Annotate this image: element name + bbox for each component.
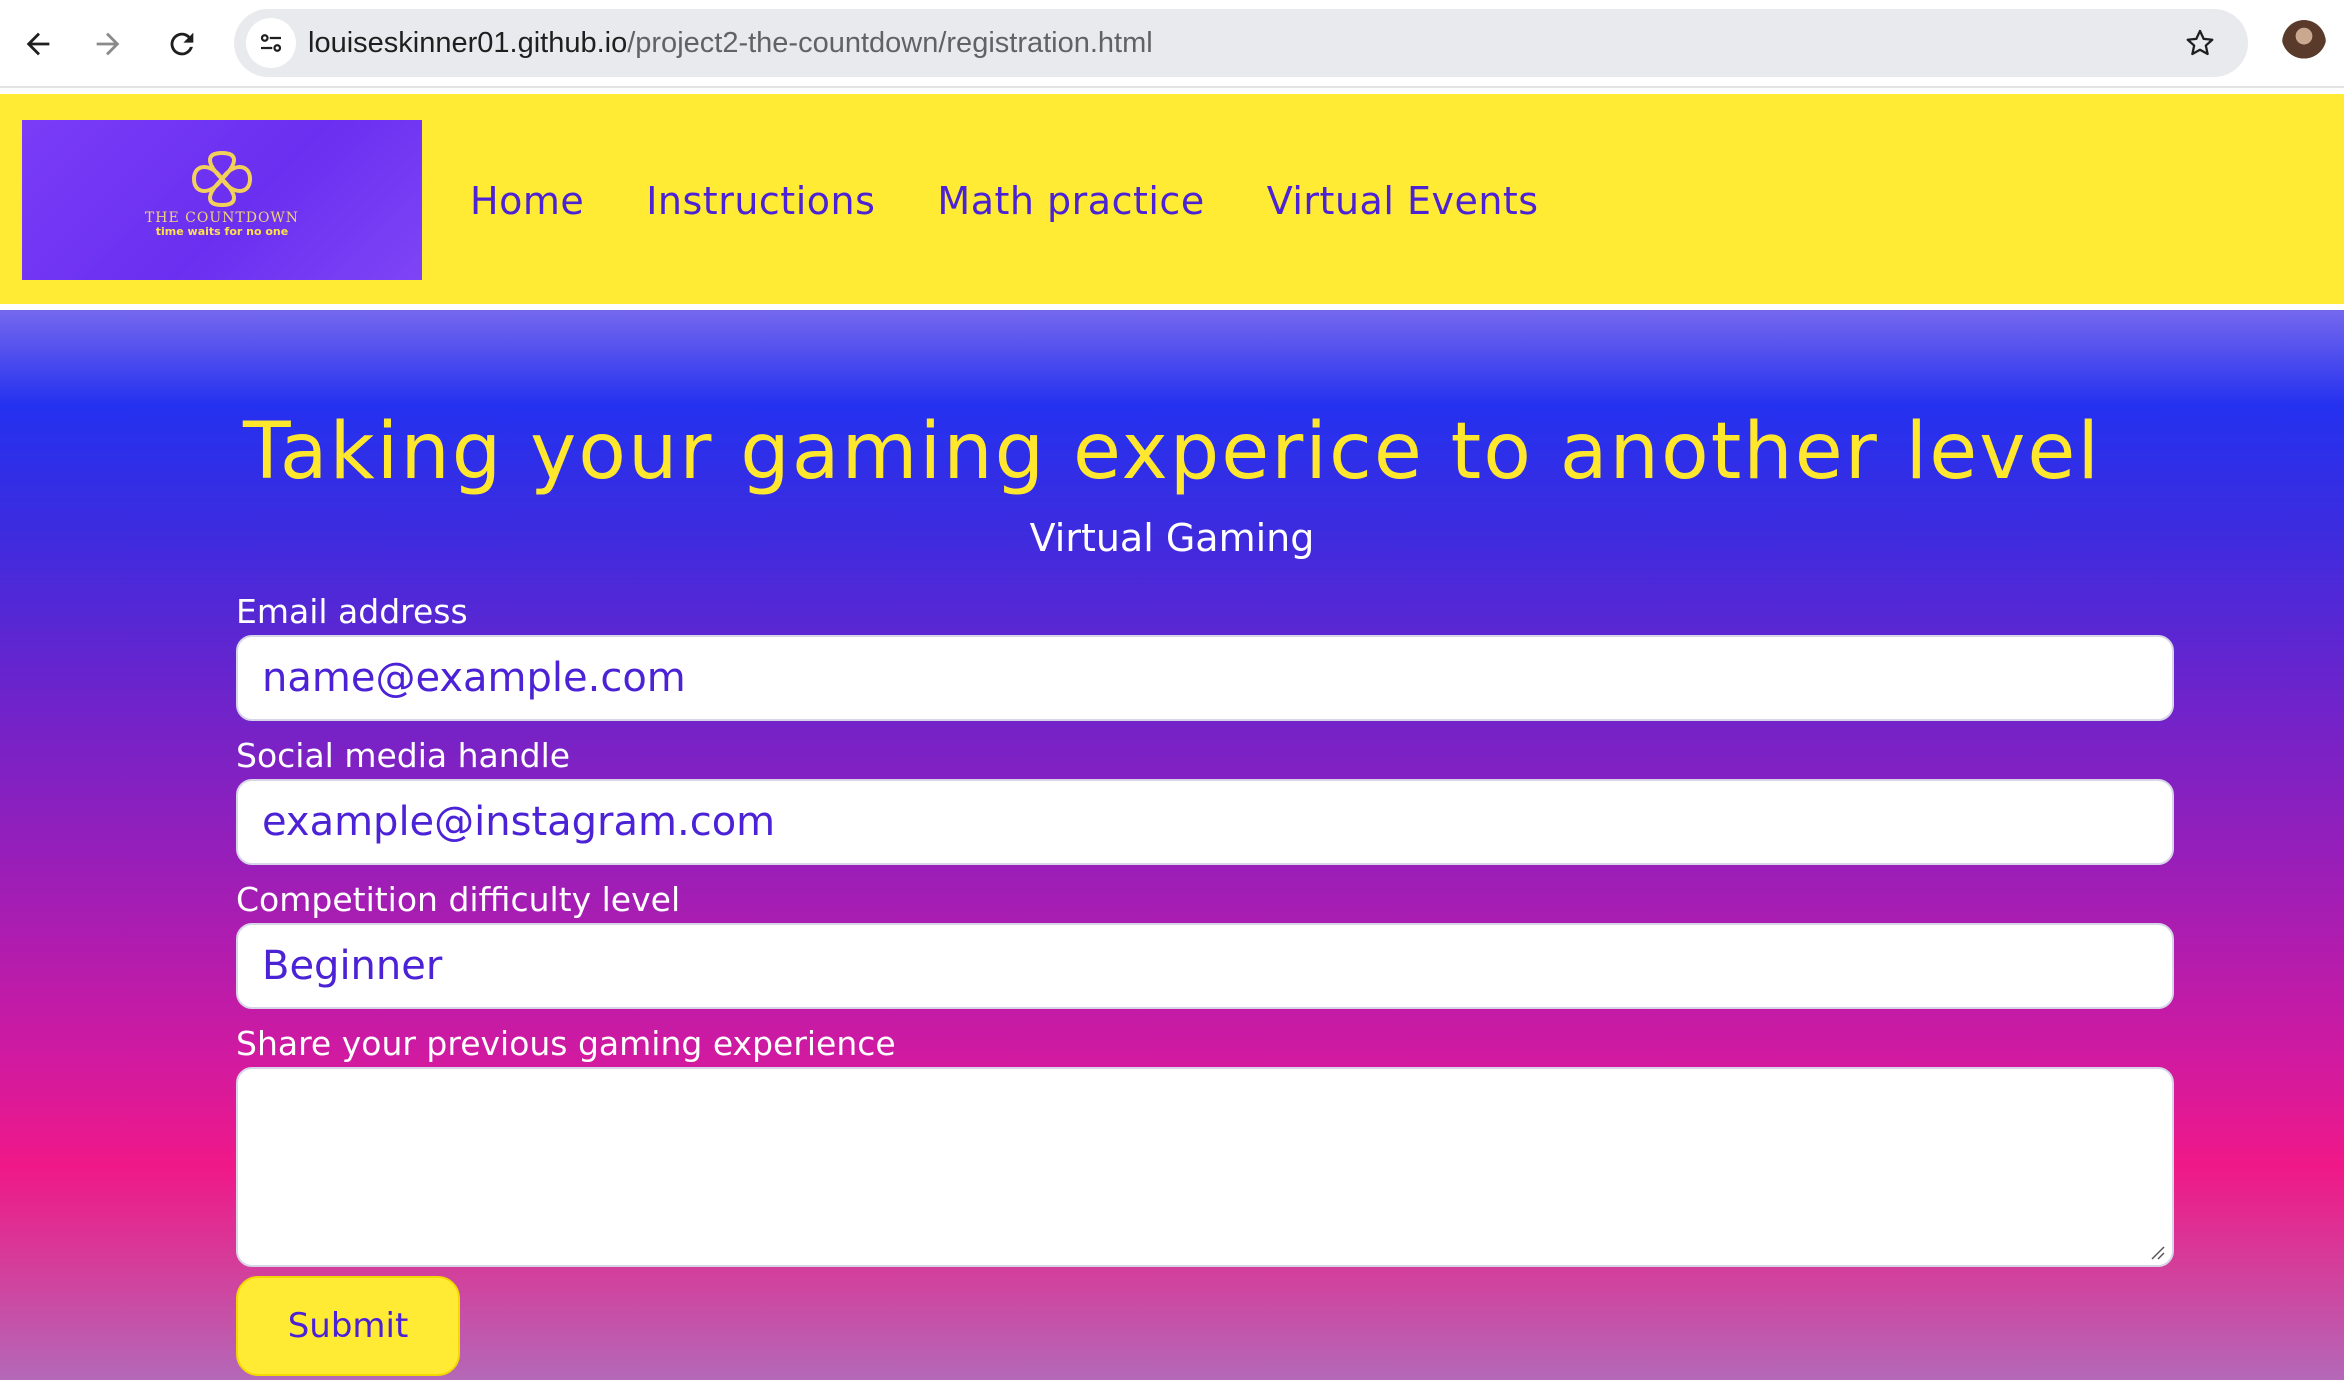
page-subtitle: Virtual Gaming bbox=[1029, 516, 1315, 560]
forward-button[interactable] bbox=[78, 14, 138, 74]
tune-icon bbox=[260, 34, 282, 52]
social-label: Social media handle bbox=[236, 736, 571, 775]
main-nav: Home Instructions Math practice Virtual … bbox=[470, 94, 1539, 307]
difficulty-label: Competition difficulty level bbox=[236, 880, 681, 919]
back-button[interactable] bbox=[8, 14, 68, 74]
registration-section: Taking your gaming experice to another l… bbox=[0, 310, 2344, 1380]
page-title: Taking your gaming experice to another l… bbox=[242, 407, 2102, 497]
email-placeholder: name@example.com bbox=[262, 655, 686, 701]
star-icon bbox=[2186, 29, 2214, 56]
bookmark-button[interactable] bbox=[2180, 23, 2220, 63]
difficulty-value: Beginner bbox=[262, 943, 443, 989]
site-header: THE COUNTDOWN time waits for no one Home… bbox=[0, 94, 2344, 307]
nav-link-virtual-events[interactable]: Virtual Events bbox=[1267, 179, 1539, 223]
social-handle-field[interactable]: example@instagram.com bbox=[236, 779, 2174, 865]
social-placeholder: example@instagram.com bbox=[262, 799, 776, 845]
reload-button[interactable] bbox=[152, 14, 212, 74]
difficulty-field[interactable]: Beginner bbox=[236, 923, 2174, 1009]
site-info-button[interactable] bbox=[246, 18, 296, 68]
logo-title: THE COUNTDOWN bbox=[144, 210, 300, 226]
site-logo[interactable]: THE COUNTDOWN time waits for no one bbox=[22, 120, 422, 280]
reload-icon bbox=[170, 32, 194, 56]
submit-button[interactable]: Submit bbox=[236, 1276, 460, 1376]
address-bar[interactable]: louiseskinner01.github.io/project2-the-c… bbox=[234, 9, 2248, 77]
arrow-right-icon bbox=[96, 32, 120, 56]
nav-link-instructions[interactable]: Instructions bbox=[646, 179, 875, 223]
email-field[interactable]: name@example.com bbox=[236, 635, 2174, 721]
nav-link-math-practice[interactable]: Math practice bbox=[937, 179, 1204, 223]
logo-tagline: time waits for no one bbox=[155, 225, 289, 238]
url-host: louiseskinner01.github.io bbox=[308, 27, 628, 59]
browser-toolbar: louiseskinner01.github.io/project2-the-c… bbox=[0, 0, 2344, 88]
experience-textarea[interactable] bbox=[236, 1067, 2174, 1267]
url-text[interactable]: louiseskinner01.github.io/project2-the-c… bbox=[308, 9, 1153, 77]
nav-link-home[interactable]: Home bbox=[470, 179, 584, 223]
email-label: Email address bbox=[236, 592, 468, 631]
experience-label: Share your previous gaming experience bbox=[236, 1024, 896, 1063]
profile-avatar[interactable] bbox=[2282, 20, 2326, 66]
url-path: /project2-the-countdown/registration.htm… bbox=[627, 27, 1153, 59]
resize-handle-icon[interactable] bbox=[2148, 1243, 2166, 1261]
arrow-left-icon bbox=[26, 32, 50, 56]
infinity-knot-icon bbox=[191, 151, 253, 207]
